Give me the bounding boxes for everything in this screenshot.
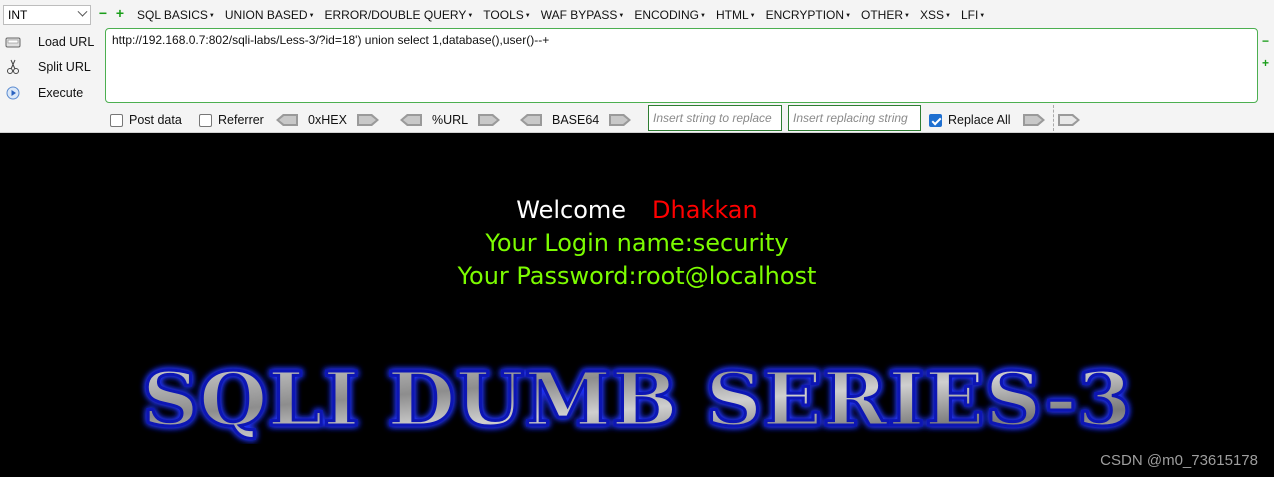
- zoom-out-button[interactable]: −: [97, 6, 109, 20]
- type-select-value: INT: [8, 8, 28, 22]
- sqli-dumb-series-banner: SQLI DUMB SERIES-3: [141, 359, 1134, 444]
- post-data-checkbox[interactable]: [110, 113, 123, 127]
- menu-html[interactable]: HTML▼: [711, 5, 761, 26]
- menu-label: SQL BASICS: [137, 8, 208, 22]
- menu-bar: SQL BASICS▼ UNION BASED▼ ERROR/DOUBLE QU…: [132, 5, 990, 26]
- zoom-out-button[interactable]: −: [1262, 35, 1272, 58]
- url-input[interactable]: http://192.168.0.7:802/sqli-labs/Less-3/…: [105, 28, 1258, 103]
- load-url-button[interactable]: Load URL: [4, 29, 100, 55]
- menu-other[interactable]: OTHER▼: [856, 5, 915, 26]
- welcome-line: Welcome Dhakkan: [0, 196, 1274, 224]
- decode-arrow-icon[interactable]: [520, 114, 542, 126]
- replace-all-toggle[interactable]: Replace All: [929, 110, 1045, 130]
- menu-row: INT − + SQL BASICS▼ UNION BASED▼ ERROR/D…: [0, 3, 1274, 25]
- encode-arrow-icon[interactable]: [478, 114, 501, 126]
- referrer-checkbox[interactable]: [199, 113, 212, 127]
- replace-all-label: Replace All: [948, 113, 1011, 127]
- replacing-string-input[interactable]: Insert replacing string: [788, 105, 921, 131]
- decode-arrow-icon[interactable]: [400, 114, 422, 126]
- menu-error-double-query[interactable]: ERROR/DOUBLE QUERY▼: [320, 5, 479, 26]
- url-enc-label: %URL: [432, 113, 469, 127]
- menu-label: XSS: [919, 8, 944, 22]
- menu-label: HTML: [715, 8, 749, 22]
- menu-tools[interactable]: TOOLS▼: [478, 5, 535, 26]
- side-actions: Load URL Split URL Execute: [4, 29, 100, 106]
- login-name-line: Your Login name:security: [485, 229, 789, 257]
- load-url-icon: [4, 34, 22, 50]
- referrer-label: Referrer: [218, 113, 264, 127]
- menu-sql-basics[interactable]: SQL BASICS▼: [132, 5, 220, 26]
- encode-arrow-icon[interactable]: [609, 114, 632, 126]
- url-encoder: %URL: [400, 110, 501, 130]
- replace-string-input[interactable]: Insert string to replace: [648, 105, 782, 131]
- execute-label: Execute: [38, 85, 84, 100]
- post-data-toggle[interactable]: Post data: [110, 110, 182, 130]
- options-row: Post data Referrer 0xHEX %URL BASE64 Ins…: [110, 105, 1110, 131]
- menu-label: OTHER: [861, 8, 904, 22]
- menu-label: UNION BASED: [224, 8, 308, 22]
- load-url-label: Load URL: [38, 34, 95, 49]
- replace-all-checkbox[interactable]: [929, 113, 942, 127]
- welcome-text: Welcome: [516, 196, 627, 224]
- hex-encoder: 0xHEX: [276, 110, 379, 130]
- zoom-in-button[interactable]: +: [1262, 57, 1272, 80]
- replace-back-control[interactable]: [1058, 110, 1080, 130]
- base64-encoder: BASE64: [520, 110, 632, 130]
- caret-down-icon: ▼: [845, 12, 852, 19]
- base64-label: BASE64: [552, 113, 600, 127]
- caret-down-icon: ▼: [308, 12, 315, 19]
- split-url-button[interactable]: Split URL: [4, 55, 100, 81]
- url-zoom-controls: − +: [1262, 35, 1272, 80]
- menu-label: ERROR/DOUBLE QUERY: [324, 8, 467, 22]
- menu-lfi[interactable]: LFI▼: [956, 5, 990, 26]
- page-content: Welcome Dhakkan Your Login name:security …: [0, 134, 1274, 477]
- zoom-in-button[interactable]: +: [114, 6, 126, 20]
- password-line: Your Password:root@localhost: [457, 262, 817, 290]
- menu-encoding[interactable]: ENCODING▼: [629, 5, 711, 26]
- hex-label: 0xHEX: [308, 113, 347, 127]
- encode-arrow-icon[interactable]: [356, 114, 379, 126]
- caret-down-icon: ▼: [749, 12, 756, 19]
- replace-back-arrow-icon[interactable]: [1058, 114, 1080, 126]
- hackbar-toolbar: INT − + SQL BASICS▼ UNION BASED▼ ERROR/D…: [0, 0, 1274, 133]
- type-select[interactable]: INT: [3, 5, 91, 25]
- caret-down-icon: ▼: [700, 12, 706, 19]
- post-data-label: Post data: [129, 113, 182, 127]
- menu-union-based[interactable]: UNION BASED▼: [220, 5, 320, 26]
- caret-down-icon: ▼: [524, 12, 531, 19]
- menu-label: LFI: [960, 8, 979, 22]
- menu-label: WAF BYPASS: [540, 8, 618, 22]
- decode-arrow-icon[interactable]: [276, 114, 298, 126]
- csdn-watermark: CSDN @m0_73615178: [1100, 452, 1258, 469]
- caret-down-icon: ▼: [618, 12, 625, 19]
- referrer-toggle[interactable]: Referrer: [199, 110, 264, 130]
- caret-down-icon: ▼: [979, 12, 986, 19]
- replace-arrow-icon[interactable]: [1022, 114, 1045, 126]
- caret-down-icon: ▼: [467, 12, 474, 19]
- caret-down-icon: ▼: [904, 12, 910, 19]
- menu-label: ENCODING: [634, 8, 700, 22]
- menu-encryption[interactable]: ENCRYPTION▼: [761, 5, 856, 26]
- toolbar-divider: [1053, 105, 1054, 131]
- menu-xss[interactable]: XSS▼: [915, 5, 956, 26]
- caret-down-icon: ▼: [208, 12, 215, 19]
- user-name: Dhakkan: [652, 196, 758, 224]
- menu-label: TOOLS: [483, 8, 524, 22]
- split-url-label: Split URL: [38, 60, 91, 75]
- chevron-down-icon: [77, 6, 88, 17]
- menu-waf-bypass[interactable]: WAF BYPASS▼: [536, 5, 630, 26]
- caret-down-icon: ▼: [944, 12, 951, 19]
- execute-icon: [4, 85, 22, 101]
- execute-button[interactable]: Execute: [4, 80, 100, 106]
- banner-title: SQLI DUMB SERIES-3: [142, 359, 1132, 443]
- menu-label: ENCRYPTION: [765, 8, 845, 22]
- split-url-icon: [4, 59, 22, 75]
